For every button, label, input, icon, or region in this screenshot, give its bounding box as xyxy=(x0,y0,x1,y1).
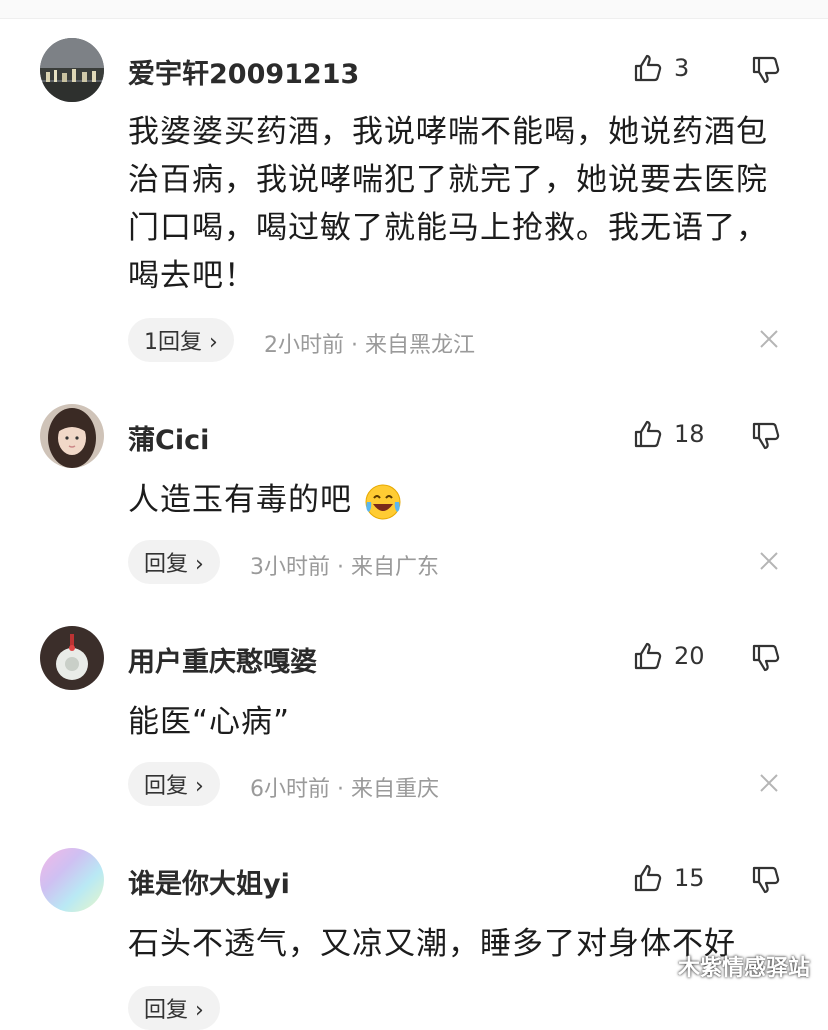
like-count: 15 xyxy=(674,864,705,892)
username[interactable]: 谁是你大姐yi xyxy=(128,862,290,901)
reply-button[interactable]: 回复 › xyxy=(128,762,220,806)
watermark: 木紫情感驿站 xyxy=(646,950,810,982)
reply-button-label: 回复 › xyxy=(144,774,204,799)
close-button[interactable] xyxy=(758,772,780,798)
thumbs-up-icon xyxy=(634,54,662,82)
thumbs-down-icon xyxy=(752,866,780,894)
rainbow-gradient-avatar xyxy=(40,848,104,912)
close-button[interactable] xyxy=(758,328,780,354)
comment-text: 能医“心病” xyxy=(128,704,291,740)
user-avatar[interactable] xyxy=(40,38,104,102)
reply-button-label: 回复 › xyxy=(144,552,204,577)
thumbs-down-icon xyxy=(752,644,780,672)
close-icon xyxy=(760,774,778,792)
reply-button[interactable]: 回复 › xyxy=(128,540,220,584)
like-button[interactable]: 20 xyxy=(632,640,705,672)
username[interactable]: 爱宇轩20091213 xyxy=(128,52,359,91)
dislike-button[interactable] xyxy=(750,420,782,456)
reply-button[interactable]: 回复 › xyxy=(128,986,220,1030)
crying-laughing-face-emoji xyxy=(365,484,401,519)
like-count: 18 xyxy=(674,420,705,448)
comment-text-line: 门口喝，喝过敏了就能马上抢救。我无语了， xyxy=(128,210,768,246)
username[interactable]: 蒲Cici xyxy=(128,418,209,457)
jade-pendant-avatar xyxy=(40,626,104,690)
reply-button-label: 1回复 › xyxy=(144,330,218,355)
username[interactable]: 用户重庆憨嘎婆 xyxy=(128,640,317,679)
comment-meta: 2小时前 · 来自黑龙江 xyxy=(264,333,475,358)
thumbs-down-icon xyxy=(752,422,780,450)
close-icon xyxy=(760,552,778,570)
user-avatar[interactable] xyxy=(40,404,104,468)
thumbs-up-icon xyxy=(634,642,662,670)
watermark-text: 木紫情感驿站 xyxy=(678,956,811,981)
thumbs-up-icon xyxy=(634,420,662,448)
like-button[interactable]: 3 xyxy=(632,52,689,84)
city-night-photo-avatar xyxy=(40,38,104,102)
reply-button-label: 回复 › xyxy=(144,998,204,1023)
dislike-button[interactable] xyxy=(750,642,782,678)
wechat-icon xyxy=(646,955,672,976)
like-count: 20 xyxy=(674,642,705,670)
comment-text-line: 喝去吧！ xyxy=(128,258,256,294)
comment-text-content: 人造玉有毒的吧 xyxy=(128,482,352,518)
user-avatar[interactable] xyxy=(40,848,104,912)
comment-text-line: 治百病，我说哮喘犯了就完了，她说要去医院 xyxy=(128,162,768,198)
like-count: 3 xyxy=(674,54,690,82)
comment-meta: 3小时前 · 来自广东 xyxy=(250,555,439,580)
reply-button[interactable]: 1回复 › xyxy=(128,318,234,362)
comment-text: 我婆婆买药酒，我说哮喘不能喝，她说药酒包 治百病，我说哮喘犯了就完了，她说要去医… xyxy=(128,108,788,300)
dislike-button[interactable] xyxy=(750,54,782,90)
thumbs-down-icon xyxy=(752,56,780,84)
comment-text-line: 我婆婆买药酒，我说哮喘不能喝，她说药酒包 xyxy=(128,114,768,150)
dislike-button[interactable] xyxy=(750,864,782,900)
user-avatar[interactable] xyxy=(40,626,104,690)
comment-meta: 6小时前 · 来自重庆 xyxy=(250,777,439,802)
like-button[interactable]: 18 xyxy=(632,418,705,450)
girl-portrait-avatar xyxy=(40,404,104,468)
close-button[interactable] xyxy=(758,550,780,576)
thumbs-up-icon xyxy=(634,864,662,892)
comment-text: 人造玉有毒的吧 xyxy=(128,476,788,524)
close-icon xyxy=(760,330,778,348)
top-divider xyxy=(0,0,828,19)
like-button[interactable]: 15 xyxy=(632,862,705,894)
